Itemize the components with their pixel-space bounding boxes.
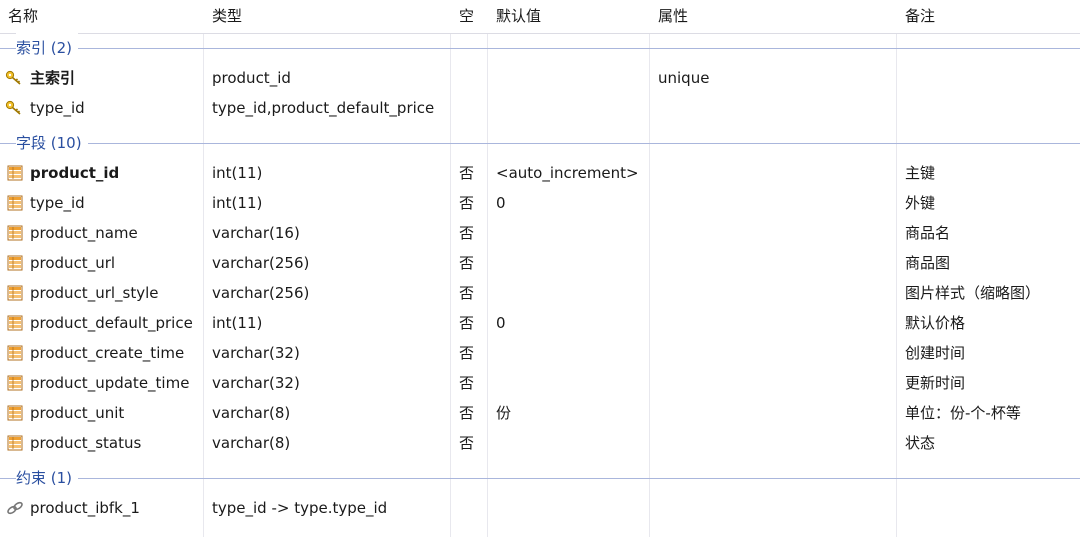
column-header-name[interactable]: 名称 bbox=[8, 0, 38, 33]
field-default: 0 bbox=[496, 314, 506, 332]
field-default: <auto_increment> bbox=[496, 164, 639, 182]
field-nullable: 否 bbox=[459, 194, 475, 212]
field-name: product_status bbox=[30, 434, 142, 452]
field-row[interactable]: product_create_time varchar(32) 否 创建时间 bbox=[0, 338, 1080, 368]
field-nullable: 否 bbox=[459, 404, 475, 422]
field-row[interactable]: product_id int(11) 否 <auto_increment> 主键 bbox=[0, 158, 1080, 188]
table-field-icon bbox=[7, 435, 23, 451]
field-type: varchar(8) bbox=[212, 434, 291, 452]
field-type: int(11) bbox=[212, 164, 263, 182]
field-comment: 状态 bbox=[905, 434, 936, 452]
index-type: type_id,product_default_price bbox=[212, 99, 435, 117]
field-comment: 图片样式（缩略图） bbox=[905, 284, 1041, 302]
field-comment: 更新时间 bbox=[905, 374, 966, 392]
field-comment: 主键 bbox=[905, 164, 936, 182]
field-type: varchar(256) bbox=[212, 284, 310, 302]
index-name: type_id bbox=[30, 99, 85, 117]
field-name: product_default_price bbox=[30, 314, 193, 332]
table-header: 名称 类型 空 默认值 属性 备注 bbox=[0, 0, 1080, 34]
index-attributes: unique bbox=[658, 69, 710, 87]
field-name: product_id bbox=[30, 164, 120, 182]
field-nullable: 否 bbox=[459, 434, 475, 452]
field-name: product_update_time bbox=[30, 374, 190, 392]
column-header-nullable[interactable]: 空 bbox=[459, 0, 474, 33]
table-field-icon bbox=[7, 405, 23, 421]
field-type: int(11) bbox=[212, 194, 263, 212]
index-name: 主索引 bbox=[30, 69, 76, 87]
group-divider bbox=[0, 48, 1080, 49]
key-icon bbox=[5, 100, 21, 116]
group-divider bbox=[0, 143, 1080, 144]
field-type: varchar(8) bbox=[212, 404, 291, 422]
field-default: 0 bbox=[496, 194, 506, 212]
table-field-icon bbox=[7, 195, 23, 211]
field-default: 份 bbox=[496, 404, 512, 422]
table-field-icon bbox=[7, 285, 23, 301]
table-field-icon bbox=[7, 255, 23, 271]
field-comment: 商品图 bbox=[905, 254, 951, 272]
field-comment: 商品名 bbox=[905, 224, 951, 242]
field-type: varchar(256) bbox=[212, 254, 310, 272]
group-header-constraints[interactable]: 约束 (1) bbox=[0, 463, 1080, 493]
field-comment: 创建时间 bbox=[905, 344, 966, 362]
link-icon bbox=[6, 500, 23, 516]
group-header-fields[interactable]: 字段 (10) bbox=[0, 128, 1080, 158]
field-row[interactable]: product_url varchar(256) 否 商品图 bbox=[0, 248, 1080, 278]
table-field-icon bbox=[7, 375, 23, 391]
field-type: varchar(32) bbox=[212, 374, 300, 392]
field-comment: 外键 bbox=[905, 194, 936, 212]
constraint-row[interactable]: product_ibfk_1 type_id -> type.type_id bbox=[0, 493, 1080, 523]
field-nullable: 否 bbox=[459, 314, 475, 332]
field-name: product_url bbox=[30, 254, 116, 272]
field-nullable: 否 bbox=[459, 254, 475, 272]
field-row[interactable]: product_update_time varchar(32) 否 更新时间 bbox=[0, 368, 1080, 398]
table-field-icon bbox=[7, 165, 23, 181]
field-row[interactable]: product_default_price int(11) 否 0 默认价格 bbox=[0, 308, 1080, 338]
column-header-default[interactable]: 默认值 bbox=[496, 0, 541, 33]
group-label: 约束 (1) bbox=[16, 463, 79, 493]
field-row[interactable]: product_unit varchar(8) 否 份 单位：份-个-杯等 bbox=[0, 398, 1080, 428]
field-type: varchar(32) bbox=[212, 344, 300, 362]
group-header-indexes[interactable]: 索引 (2) bbox=[0, 33, 1080, 63]
column-header-attributes[interactable]: 属性 bbox=[658, 0, 688, 33]
field-name: product_create_time bbox=[30, 344, 185, 362]
field-name: type_id bbox=[30, 194, 85, 212]
field-type: int(11) bbox=[212, 314, 263, 332]
table-field-icon bbox=[7, 315, 23, 331]
group-label: 索引 (2) bbox=[16, 33, 79, 63]
field-nullable: 否 bbox=[459, 164, 475, 182]
field-row[interactable]: type_id int(11) 否 0 外键 bbox=[0, 188, 1080, 218]
field-name: product_name bbox=[30, 224, 138, 242]
column-header-comment[interactable]: 备注 bbox=[905, 0, 935, 33]
field-nullable: 否 bbox=[459, 344, 475, 362]
table-field-icon bbox=[7, 345, 23, 361]
field-row[interactable]: product_name varchar(16) 否 商品名 bbox=[0, 218, 1080, 248]
field-row[interactable]: product_url_style varchar(256) 否 图片样式（缩略图） bbox=[0, 278, 1080, 308]
field-comment: 单位：份-个-杯等 bbox=[905, 404, 1021, 422]
index-row[interactable]: 主索引 product_id unique bbox=[0, 63, 1080, 93]
table-field-icon bbox=[7, 225, 23, 241]
constraint-name: product_ibfk_1 bbox=[30, 499, 140, 517]
field-name: product_url_style bbox=[30, 284, 159, 302]
field-nullable: 否 bbox=[459, 224, 475, 242]
group-divider bbox=[0, 478, 1080, 479]
column-header-type[interactable]: 类型 bbox=[212, 0, 242, 33]
field-row[interactable]: product_status varchar(8) 否 状态 bbox=[0, 428, 1080, 458]
field-name: product_unit bbox=[30, 404, 125, 422]
key-icon bbox=[5, 70, 21, 86]
field-type: varchar(16) bbox=[212, 224, 300, 242]
constraint-type: type_id -> type.type_id bbox=[212, 499, 388, 517]
group-label: 字段 (10) bbox=[16, 128, 88, 158]
index-type: product_id bbox=[212, 69, 291, 87]
field-nullable: 否 bbox=[459, 284, 475, 302]
field-nullable: 否 bbox=[459, 374, 475, 392]
field-comment: 默认价格 bbox=[905, 314, 966, 332]
index-row[interactable]: type_id type_id,product_default_price bbox=[0, 93, 1080, 123]
